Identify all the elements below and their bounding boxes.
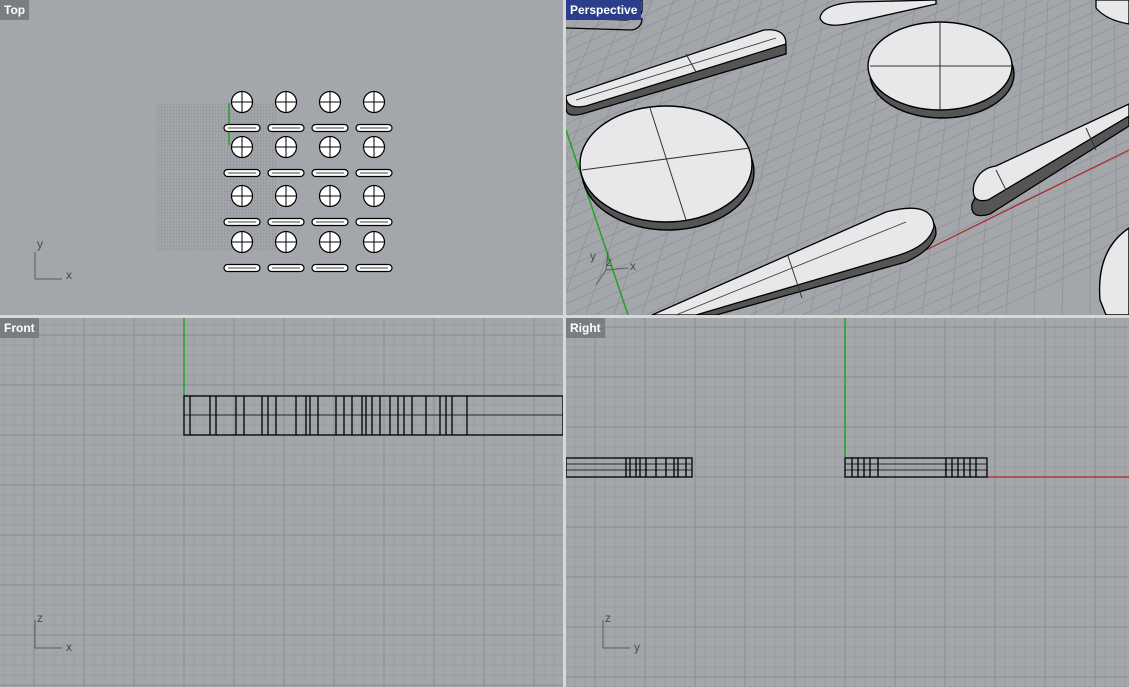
axis-label-x: x [66, 640, 72, 654]
axis-label-z: z [606, 255, 612, 269]
tab-perspective[interactable]: Perspective [566, 0, 642, 20]
viewport-top[interactable]: Top y x [0, 0, 563, 315]
tab-top[interactable]: Top [0, 0, 30, 20]
disk-part [579, 105, 755, 231]
top-view-canvas[interactable] [0, 0, 563, 315]
viewport-right[interactable]: Right z y [566, 318, 1129, 687]
axis-label-y: y [590, 249, 596, 263]
axis-label-z: z [605, 611, 611, 625]
tab-front[interactable]: Front [0, 318, 39, 338]
tab-right[interactable]: Right [566, 318, 605, 338]
disk-part [867, 21, 1015, 119]
axis-label-x: x [630, 259, 636, 273]
front-view-canvas[interactable] [0, 318, 563, 687]
perspective-view-canvas[interactable] [566, 0, 1129, 315]
right-view-canvas[interactable] [566, 318, 1129, 687]
axis-label-y: y [37, 237, 43, 251]
axis-label-x: x [66, 268, 72, 282]
viewport-front[interactable]: Front z x [0, 318, 563, 687]
viewport-perspective[interactable]: Perspective y z x [566, 0, 1129, 315]
axis-label-z: z [37, 611, 43, 625]
axis-label-y: y [634, 640, 640, 654]
